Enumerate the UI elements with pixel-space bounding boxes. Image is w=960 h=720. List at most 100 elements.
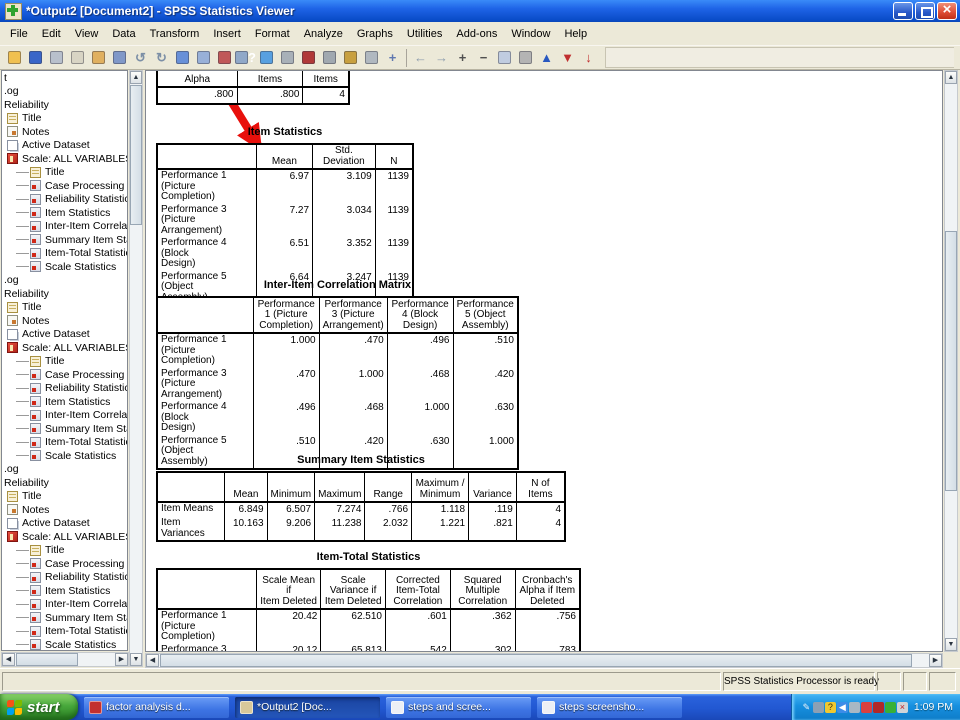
find-icon[interactable] [256, 48, 277, 68]
output-horizontal-scrollbar[interactable]: ◀ ▶ [145, 653, 943, 668]
sidebar-item[interactable]: Scale Statistics [2, 638, 127, 651]
task-factor-analysis[interactable]: factor analysis d... [84, 697, 229, 718]
output-table-block[interactable]: Cronbach's AlphaStandardized ItemsN of I… [156, 70, 350, 105]
sidebar-item[interactable]: Inter-Item Correlation Matrix [2, 409, 127, 423]
sidebar-item[interactable]: Reliability Statistics [2, 382, 127, 396]
move-down-icon[interactable]: ↓ [578, 48, 599, 68]
insert-heading-icon[interactable] [340, 48, 361, 68]
variables-icon[interactable]: ? [235, 48, 256, 68]
sidebar-item[interactable]: Reliability Statistics [2, 571, 127, 585]
sidebar-item[interactable]: Inter-Item Correlation Matrix [2, 598, 127, 612]
show-book-icon[interactable] [494, 48, 515, 68]
scroll-thumb[interactable] [945, 231, 957, 491]
sidebar-item[interactable]: Item Statistics [2, 206, 127, 220]
sidebar-item[interactable]: Item Statistics [2, 584, 127, 598]
menu-insert[interactable]: Insert [206, 25, 248, 43]
sidebar-item[interactable]: Notes [2, 314, 127, 328]
scroll-down-icon[interactable]: ▼ [945, 638, 957, 651]
spss-tray-icon[interactable] [873, 702, 884, 713]
monitor-icon[interactable] [849, 702, 860, 713]
sidebar-item[interactable]: Title [2, 490, 127, 504]
goto-variable-icon[interactable] [214, 48, 235, 68]
close-button[interactable] [937, 2, 957, 20]
find-disabled-icon[interactable] [277, 48, 298, 68]
scroll-right-icon[interactable]: ▶ [929, 654, 942, 667]
forward-icon[interactable]: → [431, 48, 452, 68]
restore-button[interactable] [915, 2, 935, 20]
insert-title-icon[interactable] [361, 48, 382, 68]
sidebar-item[interactable]: Reliability [2, 287, 127, 301]
sidebar-item[interactable]: Item Statistics [2, 395, 127, 409]
sidebar-item[interactable]: Reliability [2, 98, 127, 112]
sidebar-item[interactable]: Case Processing Summary [2, 557, 127, 571]
help-icon[interactable]: ? [825, 702, 836, 713]
collapse-icon[interactable]: − [473, 48, 494, 68]
export-icon[interactable] [88, 48, 109, 68]
menu-data[interactable]: Data [105, 25, 142, 43]
designate-window-icon[interactable] [319, 48, 340, 68]
scroll-left-icon[interactable]: ◀ [146, 654, 159, 667]
app-alert-icon[interactable] [861, 702, 872, 713]
save-icon[interactable] [25, 48, 46, 68]
task-steps-and-scree[interactable]: steps and scree... [386, 697, 531, 718]
undo-icon[interactable]: ↺ [130, 48, 151, 68]
menu-transform[interactable]: Transform [143, 25, 207, 43]
scroll-down-icon[interactable]: ▼ [130, 653, 142, 666]
output-table-block[interactable]: Summary Item StatisticsMeanMinimumMaximu… [156, 454, 566, 542]
task-steps-screensho[interactable]: steps screensho... [537, 697, 682, 718]
sidebar-item[interactable]: Scale Statistics [2, 260, 127, 274]
redo-icon[interactable]: ↻ [151, 48, 172, 68]
select-last-output-icon[interactable] [298, 48, 319, 68]
scroll-thumb[interactable] [160, 654, 912, 667]
menu-edit[interactable]: Edit [35, 25, 68, 43]
back-icon[interactable]: ← [410, 48, 431, 68]
sidebar-item[interactable]: .og [2, 85, 127, 99]
recall-dialog-icon[interactable] [109, 48, 130, 68]
sidebar-item[interactable]: Title [2, 112, 127, 126]
print-icon[interactable] [46, 48, 67, 68]
hide-book-icon[interactable] [515, 48, 536, 68]
sidebar-item[interactable]: Title [2, 355, 127, 369]
sidebar-item[interactable]: Reliability [2, 476, 127, 490]
goto-data-icon[interactable] [172, 48, 193, 68]
menu-window[interactable]: Window [504, 25, 557, 43]
menu-file[interactable]: File [3, 25, 35, 43]
scroll-left-icon[interactable]: ◀ [2, 653, 15, 666]
sidebar-item[interactable]: Title [2, 301, 127, 315]
sidebar-item[interactable]: .og [2, 463, 127, 477]
task-output2[interactable]: *Output2 [Doc... [235, 697, 380, 718]
sidebar-item[interactable]: Scale Statistics [2, 449, 127, 463]
wireless-icon[interactable] [885, 702, 896, 713]
output-table-block[interactable]: Inter-Item Correlation MatrixPerformance… [156, 279, 519, 470]
sidebar-item[interactable]: Active Dataset [2, 517, 127, 531]
sidebar-item[interactable]: Scale: ALL VARIABLES [2, 341, 127, 355]
scroll-up-icon[interactable]: ▲ [130, 71, 142, 84]
start-button[interactable]: start [0, 694, 78, 720]
scroll-thumb[interactable] [130, 85, 142, 225]
sidebar-item[interactable]: Summary Item Statistics [2, 233, 127, 247]
menu-utilities[interactable]: Utilities [400, 25, 449, 43]
sidebar-item[interactable]: Notes [2, 503, 127, 517]
sidebar-item[interactable]: Summary Item Statistics [2, 611, 127, 625]
sidebar-item[interactable]: Notes [2, 125, 127, 139]
sidebar-item[interactable]: Inter-Item Correlation Matrix [2, 220, 127, 234]
goto-case-icon[interactable] [193, 48, 214, 68]
sidebar-item[interactable]: Item-Total Statistics [2, 625, 127, 639]
outline-horizontal-scrollbar[interactable]: ◀ ▶ [1, 652, 129, 667]
display-settings-icon[interactable] [813, 702, 824, 713]
sidebar-item[interactable]: Active Dataset [2, 328, 127, 342]
sidebar-item[interactable]: Reliability Statistics [2, 193, 127, 207]
print-preview-icon[interactable] [67, 48, 88, 68]
sidebar-item[interactable]: Scale: ALL VARIABLES [2, 152, 127, 166]
sidebar-item[interactable]: Item-Total Statistics [2, 436, 127, 450]
menu-format[interactable]: Format [248, 25, 297, 43]
scroll-right-icon[interactable]: ▶ [115, 653, 128, 666]
sidebar-item[interactable]: Title [2, 544, 127, 558]
promote-icon[interactable]: ▲ [536, 48, 557, 68]
menu-addons[interactable]: Add-ons [449, 25, 504, 43]
open-file-icon[interactable] [4, 48, 25, 68]
tablet-pen-icon[interactable]: ✎ [801, 702, 812, 713]
sidebar-item[interactable]: .og [2, 274, 127, 288]
hide-tray-icon[interactable]: ◀ [837, 702, 848, 713]
sidebar-item[interactable]: Item-Total Statistics [2, 247, 127, 261]
